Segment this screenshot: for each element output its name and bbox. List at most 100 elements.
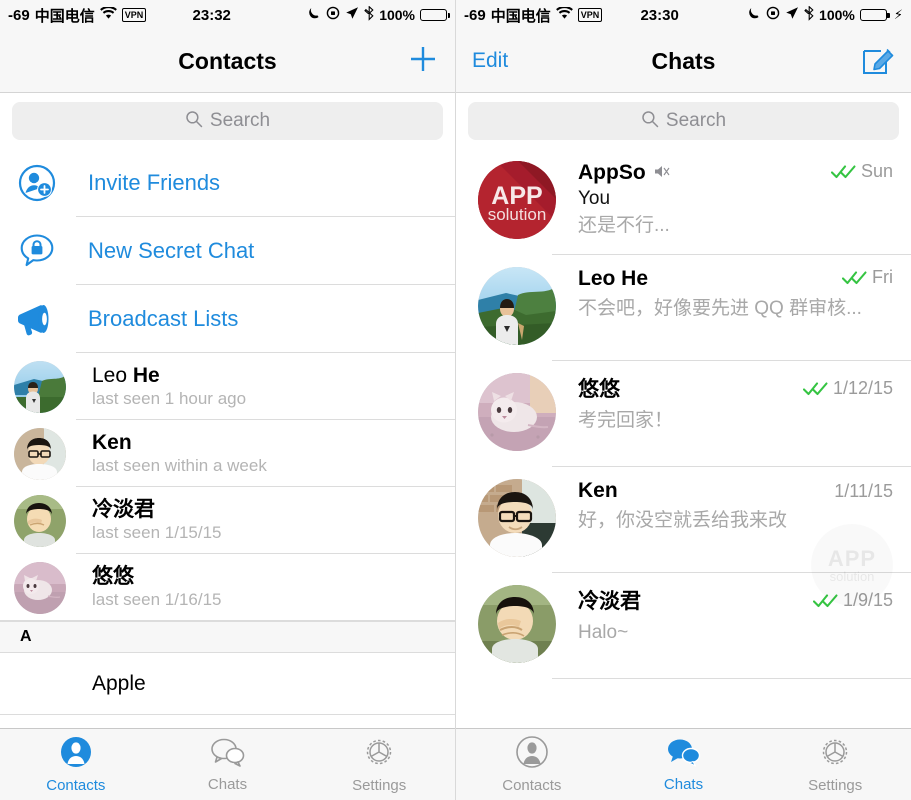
chat-row[interactable]: Leo He Fri 不会吧，好像要先进 QQ 群审核... [456, 255, 911, 361]
chat-title: 冷淡君 [578, 590, 641, 613]
chat-header: Leo He Fri [578, 267, 893, 291]
contact-row[interactable]: Apple [0, 653, 455, 715]
chat-body: Leo He Fri 不会吧，好像要先进 QQ 群审核... [578, 267, 897, 349]
avatar [14, 494, 66, 547]
contact-row[interactable]: Leo He last seen 1 hour ago [0, 353, 455, 420]
contact-row[interactable]: 冷淡君 last seen 1/15/15 [0, 487, 455, 554]
chat-header: 悠悠 1/12/15 [578, 373, 893, 403]
avatar [478, 373, 556, 451]
search-icon [185, 110, 203, 133]
action-label: Broadcast Lists [88, 306, 239, 331]
tab-bar-left[interactable]: Contacts Chats Settings [0, 728, 455, 800]
chat-bubbles-icon [210, 736, 246, 773]
row-separator [0, 714, 455, 715]
bluetooth-icon [364, 4, 374, 25]
double-check-icon [812, 593, 839, 608]
avatar: APP solution [478, 161, 556, 239]
tab-settings[interactable]: Settings [759, 729, 911, 800]
chat-body: Ken 1/11/15 好，你没空就丢给我来改 [578, 479, 897, 561]
battery-icon [420, 9, 450, 21]
search-container-chats: Search [456, 93, 911, 149]
status-right-group: 100% [307, 4, 450, 25]
chat-preview: Halo~ [578, 622, 629, 643]
search-icon [641, 110, 659, 133]
tab-chats[interactable]: Chats [152, 729, 304, 800]
contact-row[interactable]: 悠悠 last seen 1/16/15 [0, 554, 455, 621]
action-broadcast-lists[interactable]: Broadcast Lists [0, 285, 455, 353]
action-new-secret-chat[interactable]: New Secret Chat [0, 217, 455, 285]
chat-sender: You [578, 188, 611, 209]
contact-name: 悠悠 [92, 565, 134, 588]
tab-settings[interactable]: Settings [303, 729, 455, 800]
contact-name: 冷淡君 [92, 498, 155, 521]
chat-timestamp: 1/9/15 [842, 590, 893, 610]
chats-screen: -69 中国电信 VPN 23:30 100% ⚡ Edit Chats Sea… [455, 0, 911, 800]
page-title: Contacts [178, 47, 277, 74]
chat-status: Sun [823, 161, 893, 182]
chat-row[interactable]: APP solution AppSo Sun You 还是不行... [456, 149, 911, 255]
tab-contacts[interactable]: Contacts [0, 729, 152, 800]
person-icon [515, 735, 549, 774]
tab-label: Settings [808, 777, 863, 794]
contact-row[interactable]: Ken last seen within a week [0, 420, 455, 487]
contact-name: Ken [92, 431, 132, 454]
chat-preview: 还是不行... [578, 215, 670, 236]
chat-body: 冷淡君 1/9/15 Halo~ [578, 585, 897, 667]
status-left-group: -69 中国电信 VPN [464, 5, 603, 26]
action-invite-friends[interactable]: Invite Friends [0, 149, 455, 217]
tab-chats[interactable]: Chats [608, 729, 760, 800]
search-input[interactable]: Search [468, 102, 899, 140]
avatar [14, 561, 66, 614]
search-input[interactable]: Search [12, 102, 443, 140]
chat-body: AppSo Sun You 还是不行... [578, 161, 897, 243]
chat-timestamp: 1/12/15 [832, 378, 893, 398]
contact-last-seen: last seen within a week [92, 456, 267, 475]
chat-row[interactable]: 悠悠 1/12/15 考完回家！ [456, 361, 911, 467]
contact-name: Leo He [92, 364, 160, 387]
battery-icon [859, 9, 890, 21]
tab-label: Settings [352, 777, 407, 794]
vpn-indicator: VPN [577, 8, 603, 22]
contact-text: Leo He last seen 1 hour ago [92, 363, 246, 410]
tab-bar-right[interactable]: Contacts Chats Settings [456, 728, 911, 800]
row-separator [0, 620, 455, 621]
avatar [478, 267, 556, 345]
compose-button[interactable] [861, 42, 895, 81]
chat-status: Fri [834, 267, 893, 288]
chat-header: AppSo Sun [578, 161, 893, 185]
tab-contacts[interactable]: Contacts [456, 729, 608, 800]
avatar [14, 427, 66, 480]
chat-status: 1/11/15 [826, 481, 893, 502]
megaphone-icon [14, 299, 60, 339]
secret-chat-lock-icon [14, 231, 60, 271]
gear-icon [818, 735, 852, 774]
contacts-list[interactable]: Invite Friends New Secret Chat Broadcast… [0, 149, 455, 728]
battery-percent: 100% [819, 7, 855, 23]
muted-icon [653, 164, 670, 184]
vpn-indicator: VPN [121, 8, 147, 22]
compose-pencil-icon [861, 42, 895, 81]
chat-row[interactable]: 冷淡君 1/9/15 Halo~ [456, 573, 911, 679]
action-label: New Secret Chat [88, 238, 255, 263]
chat-title: Ken [578, 479, 618, 502]
chat-timestamp: Sun [860, 161, 893, 181]
carrier-name: 中国电信 [34, 7, 95, 25]
chat-body: 悠悠 1/12/15 考完回家！ [578, 373, 897, 455]
edit-button[interactable]: Edit [472, 49, 508, 73]
moon-icon [747, 6, 761, 24]
status-bar-right: -69 中国电信 VPN 23:30 100% ⚡ [456, 0, 911, 30]
tab-label: Contacts [46, 777, 106, 794]
chats-list[interactable]: APP solution AppSo Sun You 还是不行... Leo H… [456, 149, 911, 728]
chat-row[interactable]: Ken 1/11/15 好，你没空就丢给我来改 [456, 467, 911, 573]
chat-preview: 不会吧，好像要先进 QQ 群审核... [578, 298, 862, 319]
avatar [14, 360, 66, 413]
battery-percent: 100% [379, 7, 415, 23]
contact-text: 悠悠 last seen 1/16/15 [92, 564, 221, 611]
wifi-icon [555, 5, 573, 24]
action-label: Invite Friends [88, 170, 221, 195]
add-contact-button[interactable] [407, 43, 439, 80]
add-person-icon [14, 163, 60, 203]
tab-label: Contacts [502, 777, 562, 794]
nav-bar-contacts: Contacts [0, 30, 455, 93]
avatar [478, 585, 556, 663]
